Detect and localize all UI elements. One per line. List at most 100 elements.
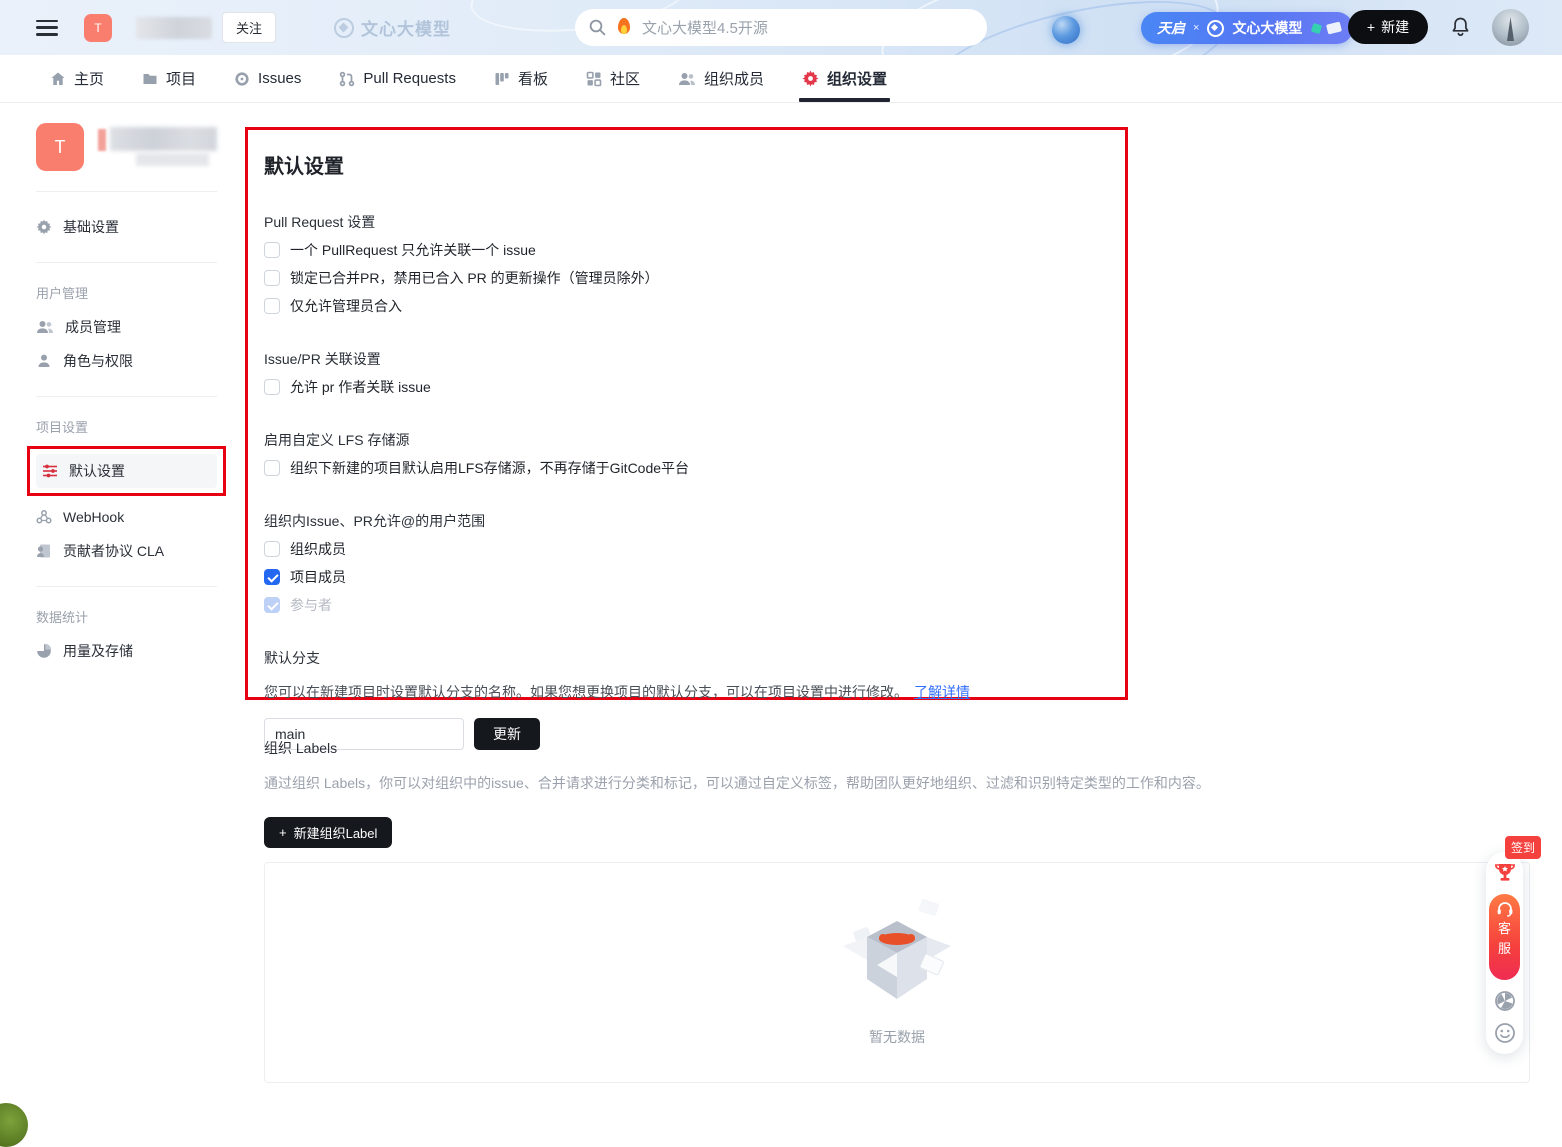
checkin-badge[interactable]: 签到 bbox=[1505, 836, 1541, 859]
sidebar-item-member-mgmt[interactable]: 成员管理 bbox=[36, 312, 217, 342]
promo-cube-decoration bbox=[1311, 22, 1322, 33]
checkbox-row-org-members: 组织成员 bbox=[264, 539, 1109, 559]
person-icon bbox=[36, 353, 52, 369]
board-icon bbox=[494, 71, 510, 87]
settings-sidebar: T 基础设置 用户管理 成员管理 角色与权限 项目设置 默认设置 WebHook… bbox=[36, 123, 217, 670]
checkbox[interactable] bbox=[264, 541, 280, 557]
settings-gear-icon bbox=[802, 70, 819, 87]
tab-org-settings[interactable]: 组织设置 bbox=[802, 55, 887, 102]
sidebar-item-basic-settings[interactable]: 基础设置 bbox=[36, 212, 217, 242]
org-labels-description: 通过组织 Labels，你可以对组织中的issue、合并请求进行分类和标记，可以… bbox=[264, 773, 1530, 793]
checkbox[interactable] bbox=[264, 597, 280, 613]
org-labels-title: 组织 Labels bbox=[264, 738, 1530, 758]
headset-icon bbox=[1496, 901, 1514, 917]
checkbox[interactable] bbox=[264, 569, 280, 585]
smiley-feedback-icon[interactable] bbox=[1494, 1022, 1516, 1044]
sidebar-item-default-settings[interactable]: 默认设置 bbox=[36, 454, 217, 488]
checkbox[interactable] bbox=[264, 270, 280, 286]
checkbox-row-lock-merged-pr: 锁定已合并PR，禁用已合入 PR 的更新操作（管理员除外） bbox=[264, 268, 1109, 288]
checkbox-row-admin-only-merge: 仅允许管理员合入 bbox=[264, 296, 1109, 316]
pie-chart-icon bbox=[36, 643, 52, 659]
tab-board[interactable]: 看板 bbox=[494, 55, 548, 102]
tab-org-members[interactable]: 组织成员 bbox=[678, 55, 764, 102]
section-label-user-mgmt: 用户管理 bbox=[36, 283, 217, 302]
checkbox[interactable] bbox=[264, 298, 280, 314]
new-org-label-button[interactable]: + 新建组织Label bbox=[264, 817, 392, 848]
divider bbox=[36, 191, 217, 192]
home-icon bbox=[50, 71, 66, 87]
checkbox[interactable] bbox=[264, 242, 280, 258]
tab-projects[interactable]: 项目 bbox=[142, 55, 196, 102]
notifications-bell-icon[interactable] bbox=[1450, 16, 1471, 43]
annotation-highlight-box: 默认设置 bbox=[27, 446, 226, 496]
section-label-stats: 数据统计 bbox=[36, 607, 217, 626]
sidebar-item-roles-perms[interactable]: 角色与权限 bbox=[36, 346, 217, 376]
lfs-title: 启用自定义 LFS 存储源 bbox=[264, 430, 1109, 450]
pr-settings-title: Pull Request 设置 bbox=[264, 212, 1109, 232]
labels-empty-state: 暂无数据 bbox=[264, 862, 1530, 1083]
sidebar-item-cla[interactable]: 贡献者协议 CLA bbox=[36, 536, 217, 566]
top-header: T 关注 文心大模型 文心大模型4.5开源 天启 × 文心大模型 + 新建 bbox=[0, 0, 1562, 55]
org-labels-section: 组织 Labels 通过组织 Labels，你可以对组织中的issue、合并请求… bbox=[264, 738, 1530, 1083]
customer-service-button[interactable]: 客 服 bbox=[1489, 894, 1520, 980]
sidebar-item-webhook[interactable]: WebHook bbox=[36, 502, 217, 532]
org-name-redacted bbox=[98, 127, 217, 167]
org-avatar-large[interactable]: T bbox=[36, 123, 84, 171]
sidebar-item-usage-storage[interactable]: 用量及存储 bbox=[36, 636, 217, 666]
floating-widget-stack: 客 服 bbox=[1486, 852, 1523, 1054]
empty-box-illustration bbox=[836, 899, 958, 1005]
contract-doc-icon bbox=[36, 543, 52, 559]
gear-icon bbox=[36, 219, 52, 235]
user-avatar[interactable] bbox=[1492, 9, 1529, 46]
checkbox[interactable] bbox=[264, 379, 280, 395]
brand-logo-icon bbox=[334, 18, 354, 38]
divider bbox=[36, 396, 217, 397]
promo-banner[interactable]: 天启 × 文心大模型 bbox=[1141, 12, 1353, 44]
section-label-project-settings: 项目设置 bbox=[36, 417, 217, 436]
hamburger-menu-icon[interactable] bbox=[36, 20, 58, 36]
checkbox[interactable] bbox=[264, 460, 280, 476]
default-branch-title: 默认分支 bbox=[264, 648, 1109, 668]
pull-request-icon bbox=[339, 71, 355, 87]
search-placeholder-text: 文心大模型4.5开源 bbox=[642, 17, 768, 38]
search-icon bbox=[589, 19, 606, 36]
tab-home[interactable]: 主页 bbox=[50, 55, 104, 102]
checkbox-row-lfs-source: 组织下新建的项目默认启用LFS存储源，不再存储于GitCode平台 bbox=[264, 458, 1109, 478]
community-grid-icon bbox=[586, 71, 602, 87]
new-button[interactable]: + 新建 bbox=[1348, 10, 1428, 44]
default-settings-panel: 默认设置 Pull Request 设置 一个 PullRequest 只允许关… bbox=[245, 127, 1128, 700]
tab-issues[interactable]: Issues bbox=[234, 55, 301, 102]
promo-card-decoration bbox=[1326, 21, 1342, 34]
members-icon bbox=[678, 71, 696, 87]
learn-more-link[interactable]: 了解详情 bbox=[914, 684, 970, 700]
promo-logo-icon bbox=[1207, 20, 1224, 37]
page-title: 默认设置 bbox=[264, 150, 1109, 179]
folder-icon bbox=[142, 71, 158, 87]
default-branch-description: 您可以在新建项目时设置默认分支的名称。如果您想更换项目的默认分支，可以在项目设置… bbox=[264, 682, 1109, 702]
org-avatar[interactable]: T bbox=[84, 14, 112, 42]
divider bbox=[36, 586, 217, 587]
webhook-icon bbox=[36, 509, 52, 525]
checkbox-row-pr-author-link: 允许 pr 作者关联 issue bbox=[264, 377, 1109, 397]
checkbox-row-pr-one-issue: 一个 PullRequest 只允许关联一个 issue bbox=[264, 240, 1109, 260]
org-nav-tabs: 主页 项目 Issues Pull Requests 看板 社区 组织成员 组织… bbox=[0, 55, 1562, 103]
aperture-icon[interactable] bbox=[1494, 990, 1516, 1012]
corner-plant-decoration bbox=[0, 1103, 28, 1147]
tab-pull-requests[interactable]: Pull Requests bbox=[339, 55, 456, 102]
org-profile: T bbox=[36, 123, 217, 171]
search-bar[interactable]: 文心大模型4.5开源 bbox=[575, 9, 987, 46]
follow-button[interactable]: 关注 bbox=[222, 12, 276, 43]
tab-community[interactable]: 社区 bbox=[586, 55, 640, 102]
checkbox-row-participants: 参与者 bbox=[264, 595, 1109, 615]
members-icon bbox=[36, 319, 54, 335]
trophy-icon[interactable] bbox=[1493, 860, 1517, 884]
issue-pr-link-title: Issue/PR 关联设置 bbox=[264, 349, 1109, 369]
sliders-icon bbox=[42, 463, 58, 479]
hot-flame-icon bbox=[616, 18, 632, 38]
mention-scope-title: 组织内Issue、PR允许@的用户范围 bbox=[264, 511, 1109, 531]
empty-state-text: 暂无数据 bbox=[869, 1027, 925, 1047]
divider bbox=[36, 262, 217, 263]
org-name-redacted bbox=[136, 17, 212, 39]
issue-icon bbox=[234, 71, 250, 87]
brand-watermark: 文心大模型 bbox=[334, 15, 451, 40]
